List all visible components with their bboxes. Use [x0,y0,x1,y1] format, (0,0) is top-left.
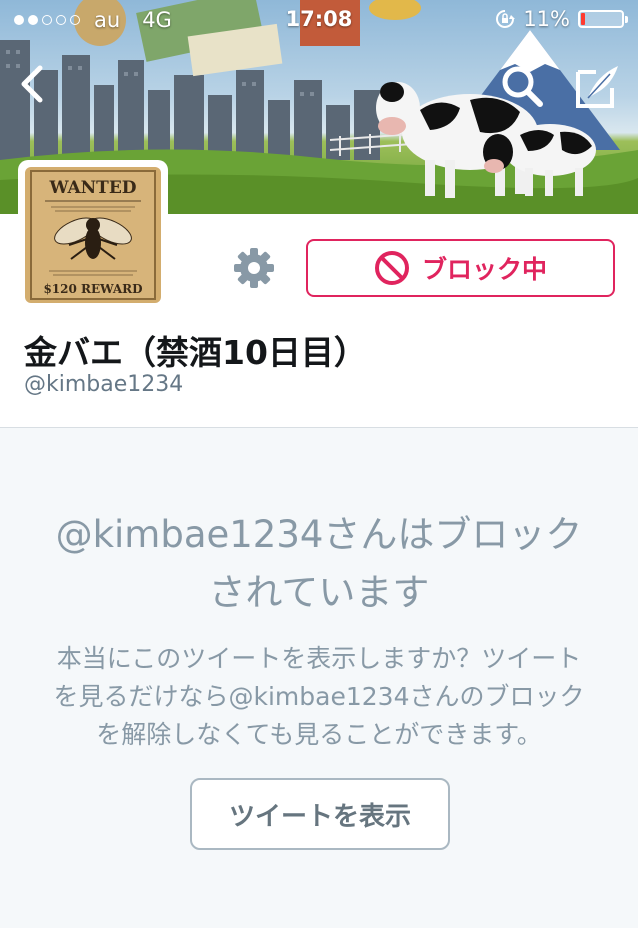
back-chevron-icon [21,65,43,103]
battery-icon [578,10,628,28]
battery-level [581,13,585,25]
settings-button[interactable] [232,246,276,290]
notice-title-line: @kimbae1234さんはブロック [55,513,583,556]
blocked-notice-body: 本当にこのツイートを表示しますか？ツイート を見るだけなら@kimbae1234… [0,640,638,754]
avatar-reward-text: $120 REWARD [43,282,142,296]
battery-percent: 11% [523,7,570,31]
search-icon [502,66,543,107]
compose-icon [576,66,618,108]
notice-body-line: 本当にこのツイートを表示しますか？ツイート [56,644,582,673]
orientation-lock-icon [496,10,516,28]
profile-avatar[interactable]: WANTED $120 REWARD [18,160,168,310]
blocked-notice-title: @kimbae1234さんはブロック されています [0,506,638,622]
block-icon [374,251,409,285]
display-name: 金バエ（禁酒10日目） [24,333,367,372]
notice-body-line: を見るだけなら@kimbae1234さんのブロック [53,682,585,711]
view-tweets-button[interactable]: ツイートを表示 [190,778,450,850]
screen-name: @kimbae1234 [24,372,184,397]
search-button[interactable] [498,62,546,110]
gear-icon [234,248,274,288]
avatar-wanted-text: WANTED [48,178,136,198]
avatar-image: WANTED $120 REWARD [25,167,161,303]
status-bar: au 4G 17:08 11% [0,0,638,40]
back-button[interactable] [16,62,50,106]
blocked-button-label: ブロック中 [421,255,547,284]
notice-title-line: されています [208,571,430,614]
blocked-button[interactable]: ブロック中 [306,239,615,297]
notice-body-line: を解除しなくても見ることができます。 [96,720,542,749]
compose-button[interactable] [574,62,622,110]
